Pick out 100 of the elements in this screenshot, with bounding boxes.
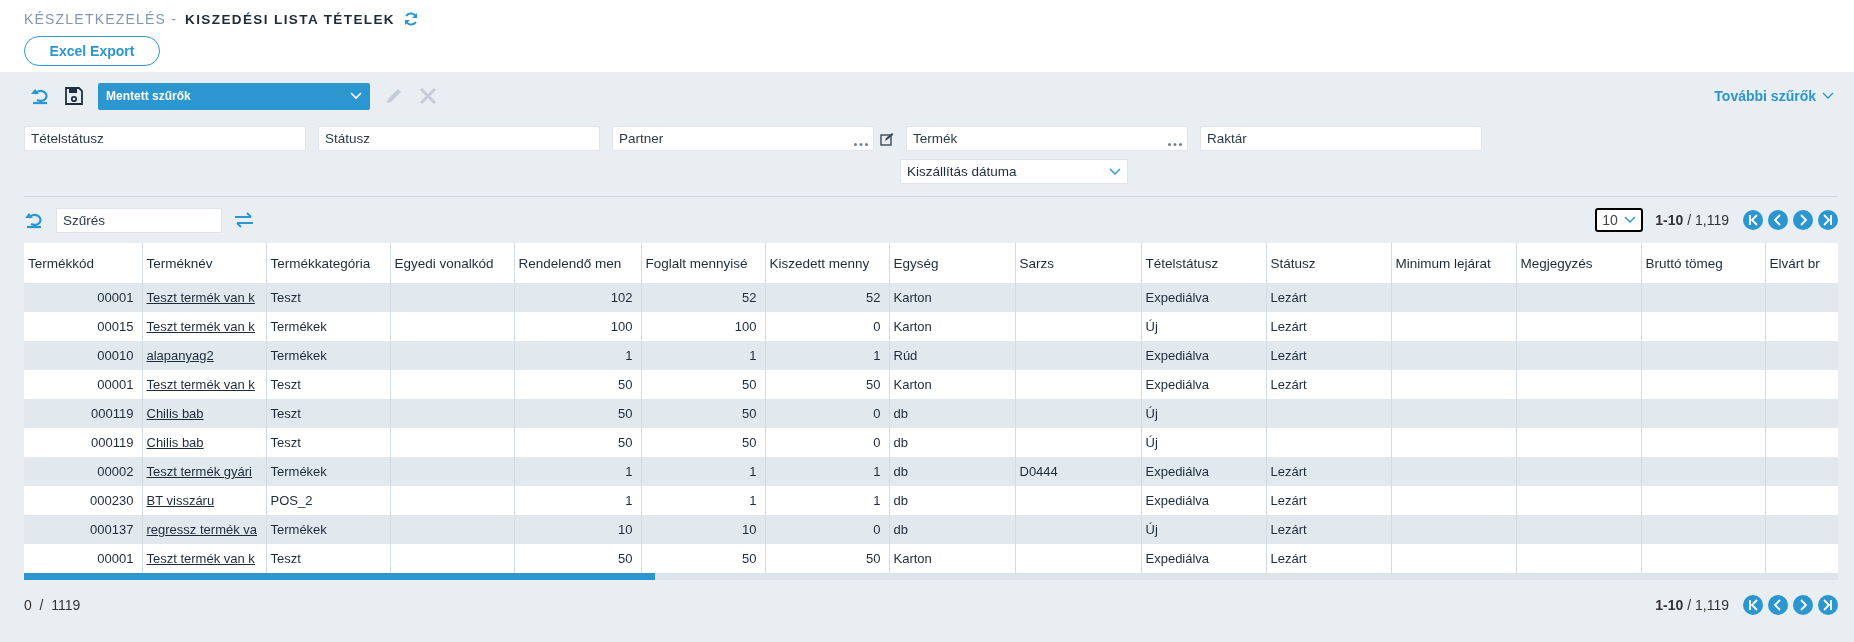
filter-field[interactable]: Tételstátusz [24, 126, 306, 151]
table-cell: 52 [866, 290, 881, 305]
prev-page-icon[interactable] [1768, 210, 1788, 230]
table-cell: 50 [742, 377, 757, 392]
table-cell: 0 [873, 522, 881, 537]
table-cell: 1 [749, 464, 757, 479]
column-header[interactable]: Termékkategória [266, 243, 390, 283]
column-header[interactable]: Foglalt mennyisé [641, 243, 765, 283]
table-cell: 50 [618, 377, 633, 392]
next-page-icon[interactable] [1793, 595, 1813, 615]
table-cell: Expediálva [1145, 348, 1210, 363]
horizontal-scrollbar[interactable] [24, 573, 1838, 580]
table-cell: 000119 [91, 435, 134, 450]
table-cell: Teszt [270, 377, 301, 392]
column-header[interactable]: Termékkód [24, 243, 142, 283]
date-select[interactable]: Kiszállítás dátuma [900, 159, 1128, 184]
table-cell: 0 [873, 319, 881, 334]
refresh-icon[interactable] [403, 11, 419, 27]
next-page-icon[interactable] [1793, 210, 1813, 230]
page-size-select[interactable]: 10 [1595, 208, 1644, 232]
column-header[interactable]: Minimum lejárat [1391, 243, 1516, 283]
table-cell: 00010 [97, 348, 134, 363]
column-header[interactable]: Bruttó tömeg [1641, 243, 1765, 283]
table-cell: Lezárt [1270, 522, 1307, 537]
chevron-down-icon [1109, 167, 1121, 176]
first-page-icon[interactable] [1743, 210, 1763, 230]
table-cell: Lezárt [1270, 348, 1307, 363]
table-cell: POS_2 [270, 493, 313, 508]
lookup-field[interactable]: Termék [906, 126, 1188, 151]
table-cell: 102 [610, 290, 633, 305]
save-icon[interactable] [64, 86, 84, 106]
column-header[interactable]: Megjegyzés [1516, 243, 1641, 283]
search-field[interactable]: Szűrés [56, 207, 222, 233]
table-cell: 1 [625, 348, 633, 363]
more-dots-icon[interactable] [1168, 143, 1182, 146]
column-header[interactable]: Terméknév [142, 243, 266, 283]
table-cell: Lezárt [1270, 464, 1307, 479]
table-cell: Termékek [270, 319, 327, 334]
column-header[interactable]: Státusz [1266, 243, 1391, 283]
table-cell: 000137 [90, 522, 134, 537]
table-cell: 00001 [97, 551, 134, 566]
table-cell: 1 [625, 493, 633, 508]
table-cell: Rúd [893, 348, 918, 363]
last-page-icon[interactable] [1818, 210, 1838, 230]
column-header[interactable]: Kiszedett menny [765, 243, 889, 283]
more-dots-icon[interactable] [854, 143, 868, 146]
table-cell: Termékek [270, 522, 327, 537]
column-header[interactable]: Rendelendő men [514, 243, 641, 283]
column-header[interactable]: Egyedi vonalkód [390, 243, 514, 283]
table-cell: 1 [749, 348, 757, 363]
scrollbar-thumb[interactable] [24, 573, 655, 580]
table-cell: db [893, 406, 908, 421]
chevron-down-icon [350, 92, 362, 100]
table-cell: Lezárt [1270, 493, 1307, 508]
table-cell: Expediálva [1145, 551, 1210, 566]
table-cell: 000119 [91, 406, 134, 421]
column-header[interactable]: Egység [889, 243, 1015, 283]
table-cell: Karton [893, 290, 932, 305]
table-cell: db [893, 522, 908, 537]
page-title: KISZEDÉSI LISTA TÉTELEK [185, 11, 395, 27]
column-header[interactable]: Sarzs [1015, 243, 1141, 283]
lookup-field[interactable]: Partner [612, 126, 874, 151]
last-page-icon[interactable] [1818, 595, 1838, 615]
table-cell: Teszt [270, 406, 301, 421]
table-cell: 00001 [97, 290, 134, 305]
table-cell: Új [1145, 406, 1158, 421]
table-cell: 50 [866, 377, 881, 392]
table-cell: 000230 [90, 493, 134, 508]
swap-arrows-icon[interactable] [234, 212, 254, 228]
table-cell: Teszt [270, 435, 301, 450]
table-cell: 00002 [97, 464, 134, 479]
table-cell: Teszt [270, 290, 301, 305]
column-header[interactable]: Tételstátusz [1141, 243, 1266, 283]
table-cell: Expediálva [1145, 464, 1210, 479]
table-cell: 50 [866, 551, 881, 566]
table-cell: Termékek [270, 348, 327, 363]
table-cell: 1 [873, 348, 881, 363]
table-cell: 100 [610, 319, 633, 334]
chevron-down-icon[interactable] [1822, 92, 1834, 100]
table-cell: 10 [618, 522, 633, 537]
table-cell: Új [1145, 522, 1158, 537]
page-range: 1-10 / 1,119 [1655, 212, 1729, 228]
table-cell: Karton [893, 319, 932, 334]
table-cell: Karton [893, 551, 932, 566]
table-cell: Termékek [270, 464, 327, 479]
table-cell: 00001 [97, 377, 134, 392]
filter-field[interactable]: Raktár [1200, 126, 1482, 151]
page-range: 1-10 / 1,119 [1655, 597, 1729, 613]
column-header[interactable]: Elvárt br [1765, 243, 1838, 283]
filter-field[interactable]: Státusz [318, 126, 600, 151]
table-cell: 10 [742, 522, 757, 537]
prev-page-icon[interactable] [1768, 595, 1788, 615]
edit-icon[interactable] [880, 131, 894, 146]
first-page-icon[interactable] [1743, 595, 1763, 615]
table-cell: Új [1145, 435, 1158, 450]
table-cell: 1 [873, 464, 881, 479]
chevron-down-icon [1624, 216, 1637, 224]
table-cell: db [893, 464, 908, 479]
table-cell: Lezárt [1270, 319, 1307, 334]
table-cell: Teszt [270, 551, 301, 566]
